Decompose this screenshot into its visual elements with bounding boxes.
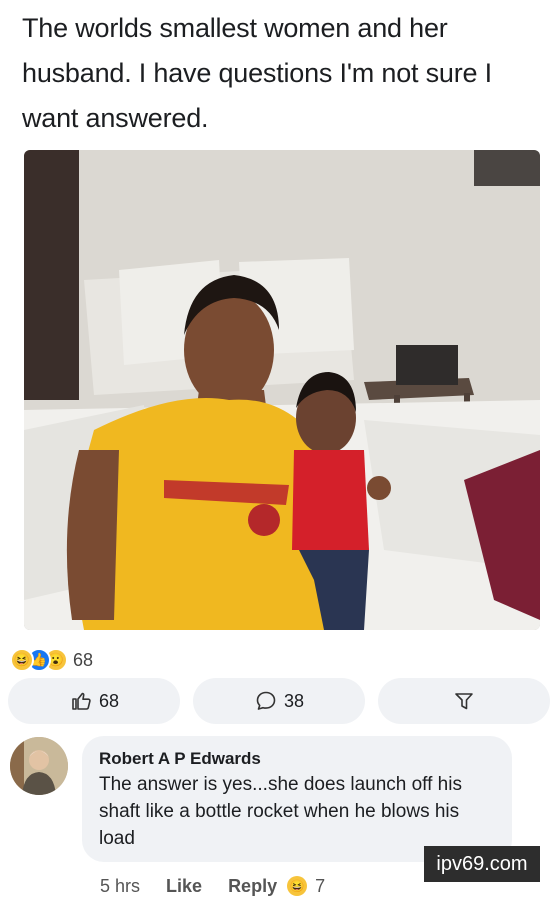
share-button[interactable] bbox=[378, 678, 550, 724]
comment-meta: 5 hrs Like Reply 😆 7 bbox=[100, 874, 325, 898]
comment-reaction-count[interactable]: 7 bbox=[315, 876, 325, 897]
post-text: The worlds smallest women and her husban… bbox=[22, 13, 492, 133]
comment-bubble: Robert A P Edwards The answer is yes...s… bbox=[82, 736, 512, 862]
like-button[interactable]: 68 bbox=[8, 678, 180, 724]
commenter-avatar[interactable] bbox=[10, 737, 68, 795]
comment-like-button[interactable]: Like bbox=[166, 876, 202, 897]
reaction-summary[interactable]: 😆 👍 😮 68 bbox=[10, 646, 93, 674]
reaction-count: 68 bbox=[73, 649, 94, 670]
comment-reply-button[interactable]: Reply bbox=[228, 876, 277, 897]
comment-text: The answer is yes...she does launch off … bbox=[99, 774, 462, 849]
avatar-image bbox=[10, 737, 68, 795]
share-icon bbox=[455, 693, 473, 710]
comment-author[interactable]: Robert A P Edwards bbox=[99, 748, 494, 770]
haha-icon: 😆 bbox=[10, 648, 34, 672]
post-action-bar: 68 38 bbox=[0, 678, 558, 726]
post-photo[interactable] bbox=[24, 150, 540, 630]
watermark: ipv69.com bbox=[424, 846, 540, 882]
haha-icon: 😆 bbox=[287, 876, 308, 896]
like-count: 68 bbox=[98, 690, 120, 711]
comment-time[interactable]: 5 hrs bbox=[100, 876, 140, 897]
comment-icon bbox=[256, 691, 276, 710]
comment-button[interactable]: 38 bbox=[193, 678, 365, 724]
thumbs-up-icon bbox=[72, 692, 91, 710]
comment-count: 38 bbox=[283, 690, 305, 711]
photo-illustration bbox=[24, 150, 540, 630]
